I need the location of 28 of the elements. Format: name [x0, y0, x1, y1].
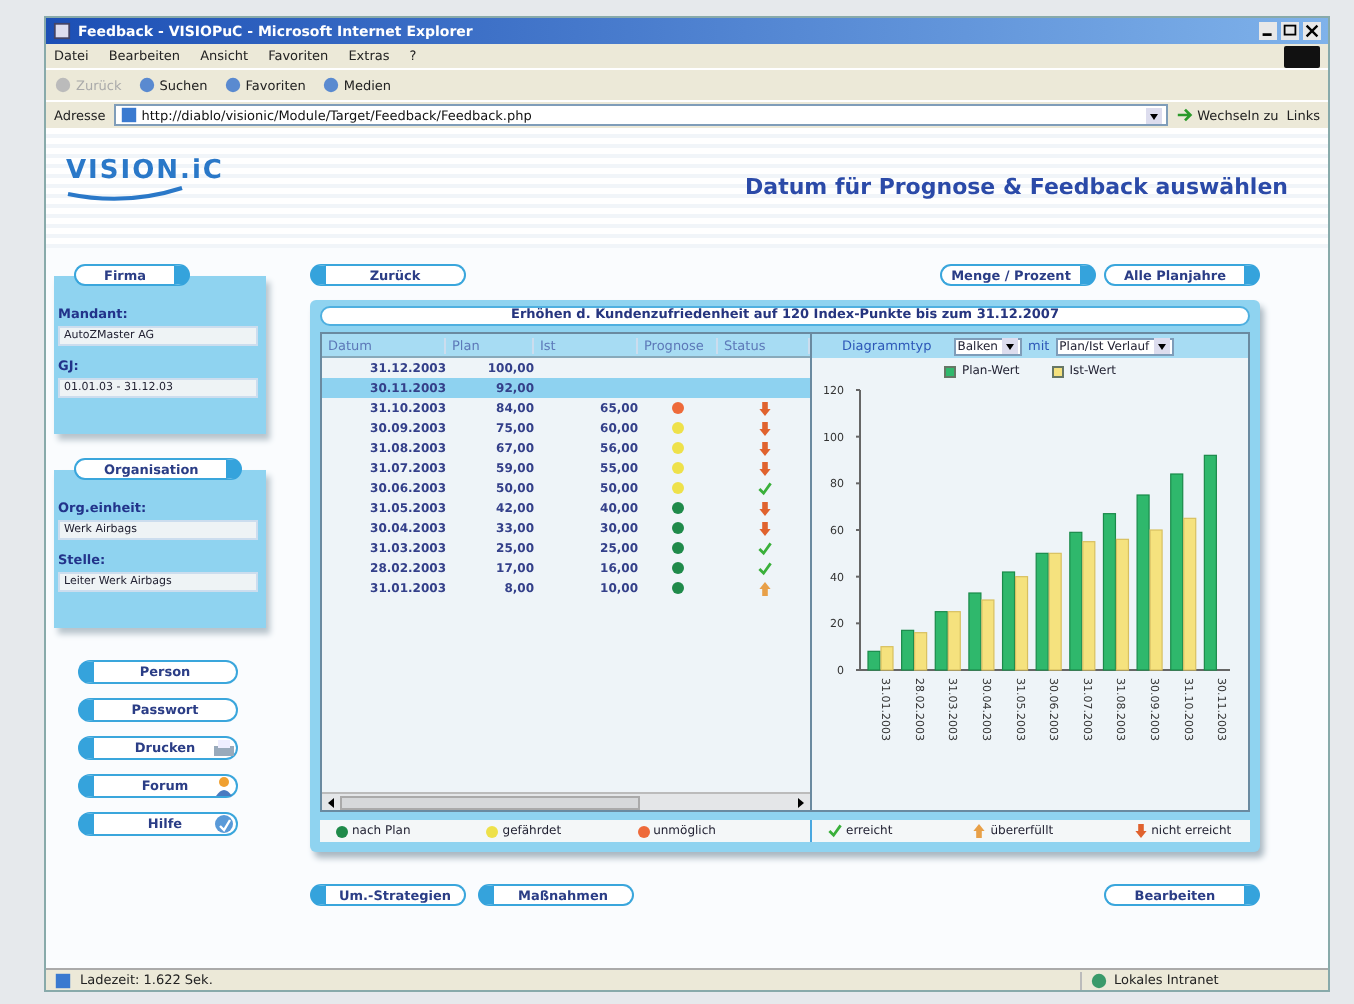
status-dot	[336, 825, 348, 837]
circle-icon	[223, 76, 242, 94]
circle-icon	[137, 76, 156, 94]
globe-icon	[1090, 971, 1108, 989]
arrow-icon	[1175, 106, 1194, 124]
down-arrow-icon	[1133, 824, 1148, 838]
scrollbar[interactable]	[322, 792, 810, 810]
up-arrow-icon	[972, 824, 987, 838]
dropdown-arrow-icon	[1153, 338, 1170, 354]
maximize-icon	[1280, 22, 1300, 40]
circle-icon	[54, 76, 72, 94]
help-icon	[212, 814, 236, 834]
page-heading: Datum für Prognose & Feedback auswählen	[745, 174, 1288, 200]
status-dot	[637, 825, 650, 837]
minimize-icon	[1258, 22, 1278, 40]
check-icon	[828, 824, 842, 838]
page-icon	[119, 106, 138, 124]
page-icon	[54, 971, 72, 989]
page-icon	[52, 22, 72, 40]
swoosh-icon	[66, 186, 186, 202]
close-icon	[1302, 22, 1322, 40]
circle-icon	[321, 76, 340, 94]
status-dot	[486, 825, 499, 837]
person-icon	[212, 776, 236, 796]
dropdown-arrow-icon	[1145, 107, 1162, 123]
printer-icon	[212, 738, 236, 758]
dropdown-arrow-icon	[1001, 338, 1018, 354]
logo: VISION.iC	[66, 156, 224, 186]
